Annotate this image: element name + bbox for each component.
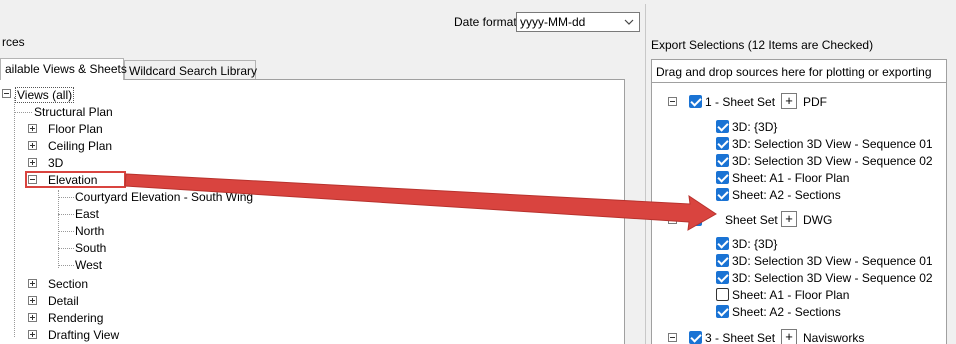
annotation-arrow-icon	[124, 173, 717, 231]
tab-available-views[interactable]: ailable Views & Sheets	[0, 58, 127, 80]
tab-label: ailable Views & Sheets	[5, 62, 127, 76]
